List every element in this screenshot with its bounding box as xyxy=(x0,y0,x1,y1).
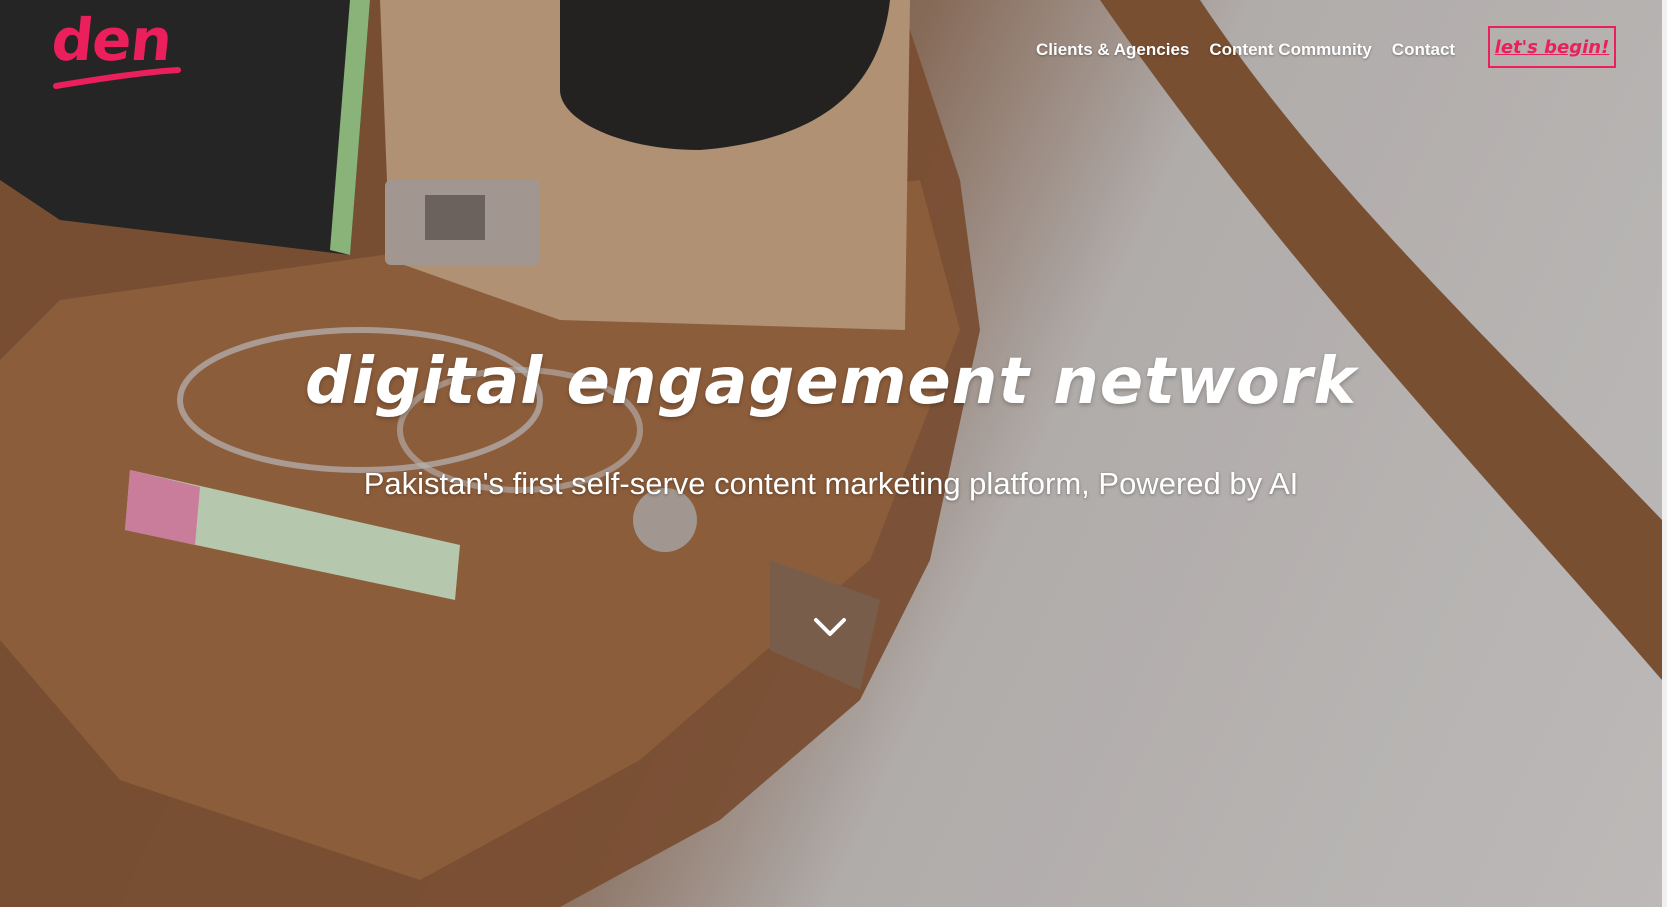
page-scrollbar[interactable] xyxy=(1662,0,1667,907)
hero-subline: Pakistan's first self-serve content mark… xyxy=(363,466,1299,501)
nav-contact[interactable]: Contact xyxy=(1392,40,1455,60)
den-logo[interactable]: den xyxy=(48,6,182,96)
logo-underline-swoosh xyxy=(53,67,181,89)
nav-content-community[interactable]: Content Community xyxy=(1209,40,1371,60)
hero-headline: digital engagement network xyxy=(305,345,1357,419)
hero-overlay xyxy=(0,0,1662,907)
lets-begin-button[interactable]: let's begin! xyxy=(1488,26,1616,68)
hero-section: den Clients & Agencies Content Community… xyxy=(0,0,1662,907)
nav-clients-agencies[interactable]: Clients & Agencies xyxy=(1036,40,1189,60)
chevron-down-icon[interactable] xyxy=(812,616,848,640)
main-nav: Clients & Agencies Content Community Con… xyxy=(1036,38,1455,62)
